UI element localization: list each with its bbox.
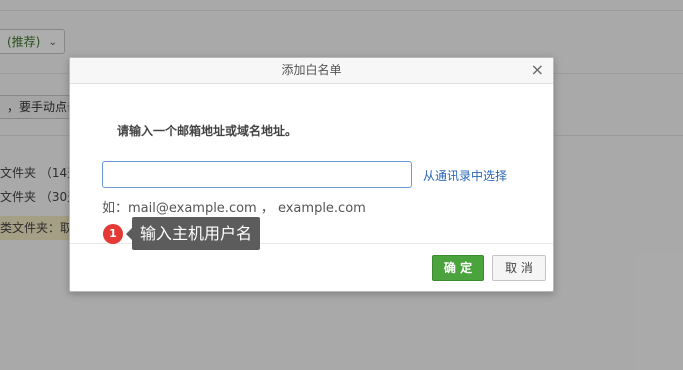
dialog-header: 添加白名单 × [70, 58, 553, 84]
step-number-badge: 1 [103, 224, 123, 244]
confirm-button[interactable]: 确 定 [432, 255, 484, 281]
example-text: 如：mail@example.com ， example.com [102, 201, 366, 216]
select-from-contacts-link[interactable]: 从通讯录中选择 [423, 167, 507, 184]
address-input[interactable] [102, 161, 412, 188]
instruction-text: 请输入一个邮箱地址或域名地址。 [117, 124, 298, 138]
close-icon[interactable]: × [531, 58, 544, 82]
dialog-title: 添加白名单 [281, 63, 342, 77]
step-tooltip: 输入主机用户名 [125, 217, 261, 250]
cancel-button[interactable]: 取 消 [492, 255, 546, 281]
whitelist-dialog: 添加白名单 × 请输入一个邮箱地址或域名地址。 从通讯录中选择 如：mail@e… [69, 57, 554, 292]
